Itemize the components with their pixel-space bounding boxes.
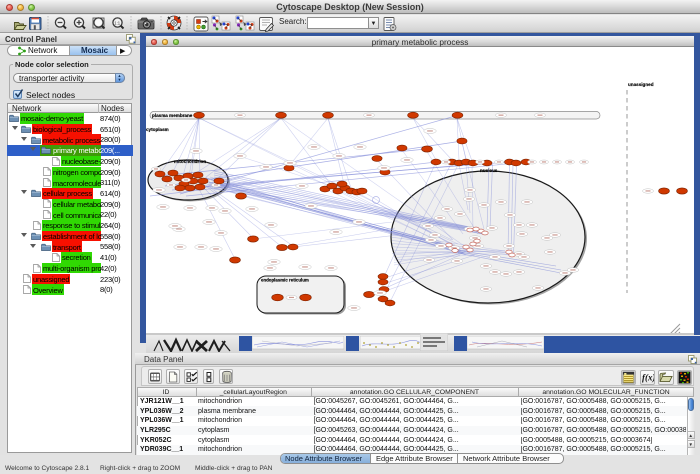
svg-text:f(x): f(x): [642, 373, 654, 383]
svg-text:unassigned: unassigned: [628, 82, 654, 87]
svg-text:cytoplasm: cytoplasm: [146, 127, 169, 132]
svg-text:1:1: 1:1: [114, 20, 120, 25]
svg-text:plasma membrane: plasma membrane: [152, 113, 193, 118]
svg-text:endoplasmic reticulum: endoplasmic reticulum: [261, 278, 309, 283]
